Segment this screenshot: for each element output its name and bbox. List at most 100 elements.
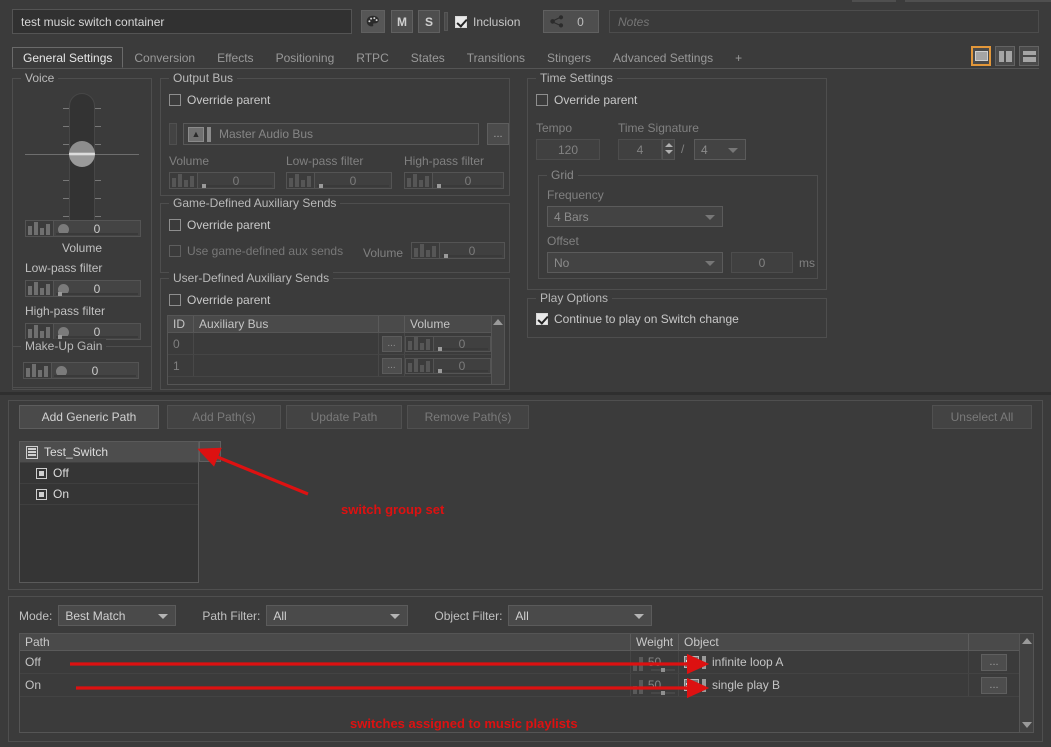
spinner-up-icon[interactable]: [664, 143, 673, 147]
table-row[interactable]: Off 50 infinite loop A ...: [20, 651, 1033, 674]
use-game-defined-aux-checkbox[interactable]: Use game-defined aux sends: [169, 244, 343, 258]
aux-row-browse[interactable]: ...: [379, 355, 405, 376]
grid-offset-ms-input[interactable]: 0: [731, 252, 793, 273]
pane-divider[interactable]: [0, 392, 1051, 395]
tree-row-switch-off[interactable]: Off: [20, 463, 198, 484]
tree-row-switch-group[interactable]: Test_Switch: [20, 442, 198, 463]
voice-highpass-value-field[interactable]: 0: [53, 323, 141, 340]
time-signature-numerator-input[interactable]: 4: [618, 139, 662, 160]
assignment-object[interactable]: single play B: [679, 674, 969, 696]
expand-switch-group-button[interactable]: >>: [199, 441, 221, 462]
tempo-input[interactable]: 120: [536, 139, 600, 160]
assignment-browse[interactable]: ...: [969, 651, 1019, 673]
aux-row-volume-control[interactable]: 0: [405, 355, 491, 376]
aux-row-volume-control[interactable]: 0: [405, 333, 491, 354]
grid-frequency-select[interactable]: 4 Bars: [547, 206, 723, 227]
signature-denominator-select[interactable]: 4: [694, 139, 746, 160]
button-label: Add Generic Path: [41, 410, 137, 424]
output-lowpass-control[interactable]: 0: [286, 171, 392, 190]
add-paths-button[interactable]: Add Path(s): [167, 405, 281, 429]
time-override-checkbox[interactable]: Override parent: [536, 93, 637, 107]
object-name-input[interactable]: test music switch container: [12, 9, 352, 34]
assignment-object[interactable]: infinite loop A: [679, 651, 969, 673]
udaux-override-checkbox[interactable]: Override parent: [169, 293, 270, 307]
add-generic-path-button[interactable]: Add Generic Path: [19, 405, 159, 429]
assignment-path: On: [20, 674, 631, 696]
output-volume-control[interactable]: 0: [169, 171, 275, 190]
assignment-table-scrollbar[interactable]: [1019, 634, 1033, 732]
aux-row-bus[interactable]: [194, 333, 379, 354]
color-palette-button[interactable]: [361, 10, 385, 33]
scroll-up-arrow-icon[interactable]: [493, 319, 503, 325]
tab-advanced-settings[interactable]: Advanced Settings: [602, 47, 724, 68]
path-filter-select[interactable]: All: [266, 605, 409, 626]
table-row[interactable]: 0 ... 0: [168, 333, 504, 355]
output-bus-override-checkbox[interactable]: Override parent: [169, 93, 270, 107]
vertical-split-view-button[interactable]: [995, 46, 1015, 66]
play-options-title: Play Options: [536, 291, 613, 305]
play-options-group: Play Options Continue to play on Switch …: [527, 291, 827, 338]
grid-offset-select[interactable]: No: [547, 252, 723, 273]
solo-button[interactable]: S: [418, 10, 440, 33]
update-path-button[interactable]: Update Path: [286, 405, 402, 429]
unselect-all-button[interactable]: Unselect All: [932, 405, 1032, 429]
output-highpass-control[interactable]: 0: [404, 171, 504, 190]
horizontal-split-view-button[interactable]: [1019, 46, 1039, 66]
makeup-gain-control[interactable]: 0: [23, 361, 139, 380]
scroll-up-arrow-icon[interactable]: [1021, 638, 1032, 644]
spinner-down-icon[interactable]: [664, 150, 673, 154]
tab-stingers[interactable]: Stingers: [536, 47, 602, 68]
view-layout-buttons: [971, 46, 1039, 66]
gdaux-override-checkbox[interactable]: Override parent: [169, 218, 270, 232]
object-filter-select[interactable]: All: [508, 605, 653, 626]
tab-states[interactable]: States: [400, 47, 456, 68]
fader-bars-icon: [169, 172, 197, 189]
single-pane-view-button[interactable]: [971, 46, 991, 66]
output-bus-title: Output Bus: [169, 71, 238, 85]
object-name-text: test music switch container: [21, 14, 165, 29]
assignment-weight-control[interactable]: 50: [631, 651, 679, 673]
gdaux-volume-value-field[interactable]: 0: [439, 242, 505, 259]
assignment-browse[interactable]: ...: [969, 674, 1019, 696]
tab-transitions[interactable]: Transitions: [456, 47, 536, 68]
aux-volume-value-field[interactable]: 0: [433, 357, 491, 374]
expand-label: >>: [203, 445, 217, 458]
notes-input[interactable]: Notes: [609, 10, 1039, 33]
table-row[interactable]: 1 ... 0: [168, 355, 504, 377]
assignment-weight-control[interactable]: 50: [631, 674, 679, 696]
mute-button[interactable]: M: [391, 10, 413, 33]
continue-play-checkbox[interactable]: Continue to play on Switch change: [536, 312, 739, 326]
voice-lowpass-control[interactable]: 0: [25, 279, 141, 298]
output-bus-name: Master Audio Bus: [219, 127, 314, 141]
makeup-gain-value-field[interactable]: 0: [51, 362, 139, 379]
gdaux-volume-control[interactable]: 0: [411, 241, 505, 260]
output-volume-value-field[interactable]: 0: [197, 172, 275, 189]
shared-references-button[interactable]: 0: [543, 10, 599, 33]
output-highpass-value-field[interactable]: 0: [432, 172, 504, 189]
tree-row-switch-on[interactable]: On: [20, 484, 198, 505]
voice-volume-control[interactable]: 0: [25, 219, 141, 238]
volume-fader-handle[interactable]: [69, 141, 95, 167]
output-bus-field[interactable]: ▲ Master Audio Bus: [183, 123, 479, 145]
tab-add-button[interactable]: +: [724, 47, 753, 68]
inclusion-checkbox[interactable]: Inclusion: [455, 15, 520, 29]
tab-positioning[interactable]: Positioning: [265, 47, 346, 68]
signature-spinner[interactable]: [662, 139, 675, 160]
aux-row-browse[interactable]: ...: [379, 333, 405, 354]
table-row[interactable]: On 50 single play B ...: [20, 674, 1033, 697]
output-bus-browse-button[interactable]: ...: [487, 123, 509, 145]
fader-bars-icon: [633, 653, 649, 671]
voice-volume-value-field[interactable]: 0: [53, 220, 141, 237]
scroll-down-arrow-icon[interactable]: [1022, 722, 1032, 728]
mode-select[interactable]: Best Match: [58, 605, 177, 626]
tab-general-settings[interactable]: General Settings: [12, 47, 124, 68]
aux-volume-value-field[interactable]: 0: [433, 335, 491, 352]
voice-lowpass-value-field[interactable]: 0: [53, 280, 141, 297]
aux-table-scrollbar[interactable]: [491, 316, 504, 384]
tab-effects[interactable]: Effects: [206, 47, 264, 68]
tab-rtpc[interactable]: RTPC: [345, 47, 399, 68]
output-lowpass-value-field[interactable]: 0: [314, 172, 392, 189]
remove-paths-button[interactable]: Remove Path(s): [407, 405, 529, 429]
aux-row-bus[interactable]: [194, 355, 379, 376]
tab-conversion[interactable]: Conversion: [123, 47, 206, 68]
